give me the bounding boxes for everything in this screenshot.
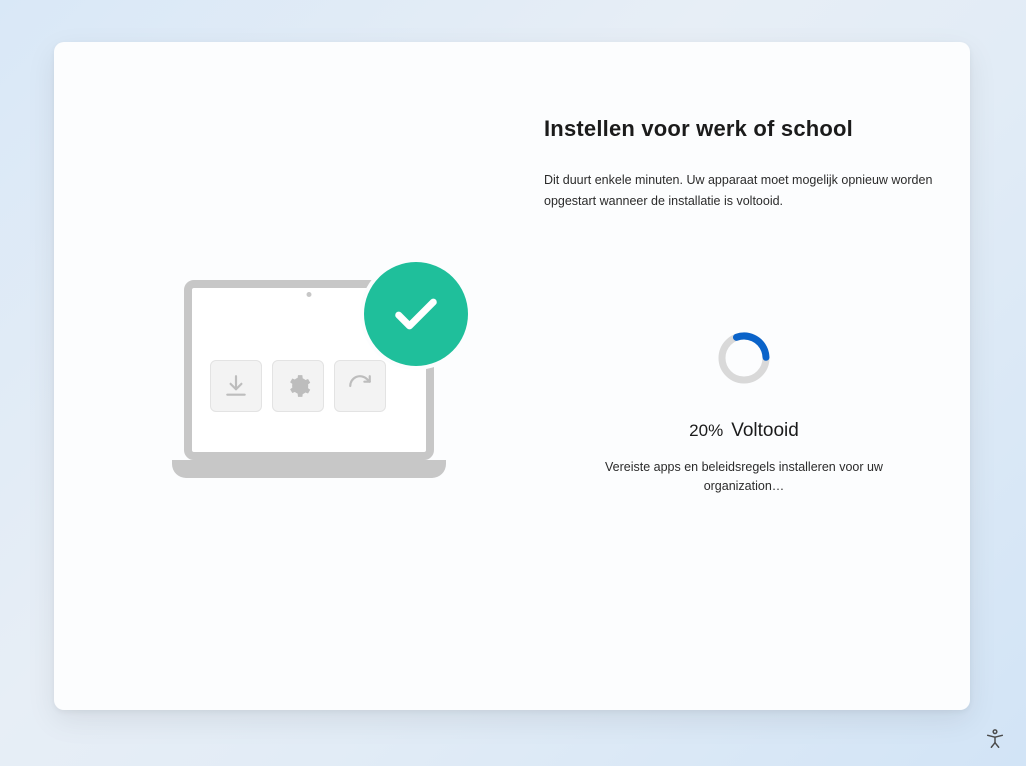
progress-spinner-icon <box>716 330 772 386</box>
progress-percent-label: Voltooid <box>731 420 799 441</box>
laptop-base <box>172 460 446 478</box>
checkmark-icon <box>390 288 442 340</box>
illustration-tiles <box>210 360 386 412</box>
setup-illustration <box>184 280 444 488</box>
progress-percent: 20% <box>689 421 723 440</box>
laptop-camera-dot <box>307 292 312 297</box>
accessibility-icon <box>984 728 1006 750</box>
progress-block: 20% Voltooid Vereiste apps en beleidsreg… <box>544 330 944 497</box>
page-title: Instellen voor werk of school <box>544 116 944 142</box>
setup-panel: Instellen voor werk of school Dit duurt … <box>54 42 970 710</box>
refresh-icon <box>334 360 386 412</box>
page-subtitle: Dit duurt enkele minuten. Uw apparaat mo… <box>544 170 944 211</box>
checkmark-badge <box>364 262 468 366</box>
download-icon <box>210 360 262 412</box>
accessibility-button[interactable] <box>982 726 1008 752</box>
progress-detail: Vereiste apps en beleidsregels installer… <box>584 458 904 497</box>
progress-percent-line: 20% Voltooid <box>544 420 944 442</box>
gear-icon <box>272 360 324 412</box>
header-block: Instellen voor werk of school Dit duurt … <box>544 116 944 211</box>
